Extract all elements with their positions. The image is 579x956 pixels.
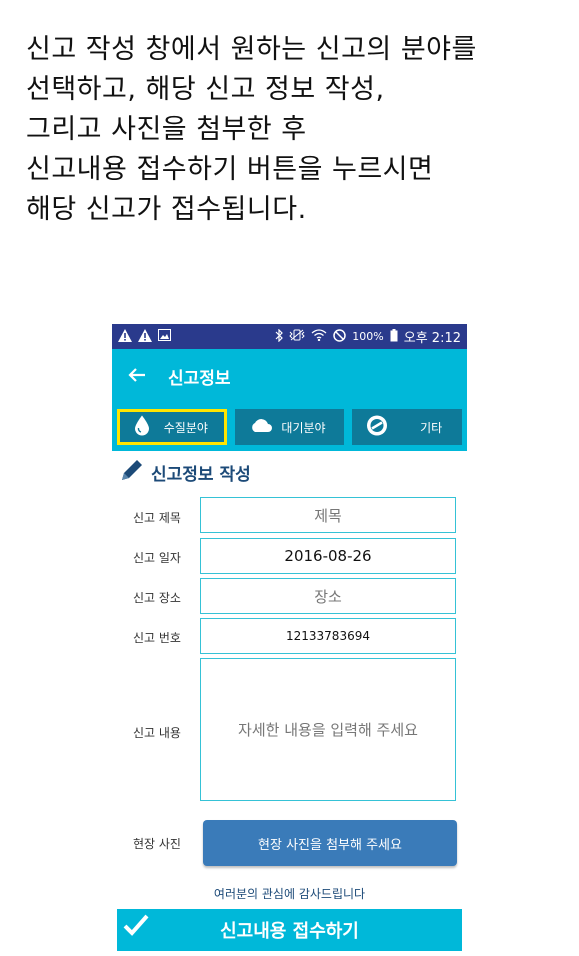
tab-label: 수질분야 [163,420,208,435]
number-field[interactable]: 12133783694 [200,618,456,654]
submit-label: 신고내용 접수하기 [220,921,359,942]
report-form: 신고정보 작성 신고 제목 제목 신고 일자 2016-08-26 신고 장소 … [117,451,462,956]
no-entry-icon [366,415,388,440]
title-input[interactable]: 제목 [200,497,456,533]
number-label: 신고 번호 [133,631,181,645]
content-label: 신고 내용 [133,726,181,740]
instruction-line: 해당 신고가 접수됩니다. [26,194,307,225]
location-input[interactable]: 장소 [200,578,456,614]
attach-photo-button[interactable]: 현장 사진을 첨부해 주세요 [203,820,457,866]
tab-air[interactable]: 대기분야 [234,409,345,445]
thanks-message: 여러분의 관심에 감사드립니다 [213,887,366,901]
date-field[interactable]: 2016-08-26 [200,538,456,574]
tab-other[interactable]: 기타 [352,409,462,445]
tab-label: 대기분야 [281,420,326,435]
tab-water[interactable]: 수질분야 [117,409,227,445]
back-arrow-icon[interactable] [128,364,146,389]
tab-label: 기타 [420,420,443,435]
date-label: 신고 일자 [133,551,181,565]
submit-button[interactable]: 신고내용 접수하기 [117,909,462,951]
page-title: 신고정보 [168,368,231,389]
cloud-icon [249,418,273,436]
category-tabs: 수질분야 대기분야 기타 [112,403,467,451]
app-bar: 신고정보 [112,349,467,403]
instruction-line: 그리고 사진을 첨부한 후 [26,114,307,145]
water-drop-icon [134,415,150,440]
image-icon [158,329,171,344]
instruction-line: 신고 작성 창에서 원하는 신고의 분야를 [26,34,477,65]
vibrate-icon [289,329,306,344]
section-heading: 신고정보 작성 [119,457,251,488]
clock: 오후 2:12 [403,331,461,346]
instruction-line: 신고내용 접수하기 버튼을 누르시면 [26,154,434,185]
battery-icon [390,328,398,345]
bluetooth-icon [275,328,284,345]
status-bar: 100% 오후 2:12 [112,324,467,349]
wifi-icon [311,329,327,344]
pencil-icon [119,457,145,488]
instruction-line: 선택하고, 해당 신고 정보 작성, [26,74,385,105]
do-not-disturb-icon [333,328,347,345]
instruction-text: 신고 작성 창에서 원하는 신고의 분야를 선택하고, 해당 신고 정보 작성,… [26,30,566,230]
phone-screen: 100% 오후 2:12 신고정보 수질분야 대기분야 기타 신고정보 작성 신… [112,324,467,956]
content-textarea[interactable]: 자세한 내용을 입력해 주세요 [200,658,456,801]
battery-percent: 100% [352,330,384,343]
location-label: 신고 장소 [133,591,181,605]
photo-label: 현장 사진 [133,837,181,851]
warning-icon [138,328,152,345]
check-icon [123,913,149,942]
warning-icon [118,328,132,345]
section-title: 신고정보 작성 [151,465,251,485]
title-label: 신고 제목 [133,511,181,525]
